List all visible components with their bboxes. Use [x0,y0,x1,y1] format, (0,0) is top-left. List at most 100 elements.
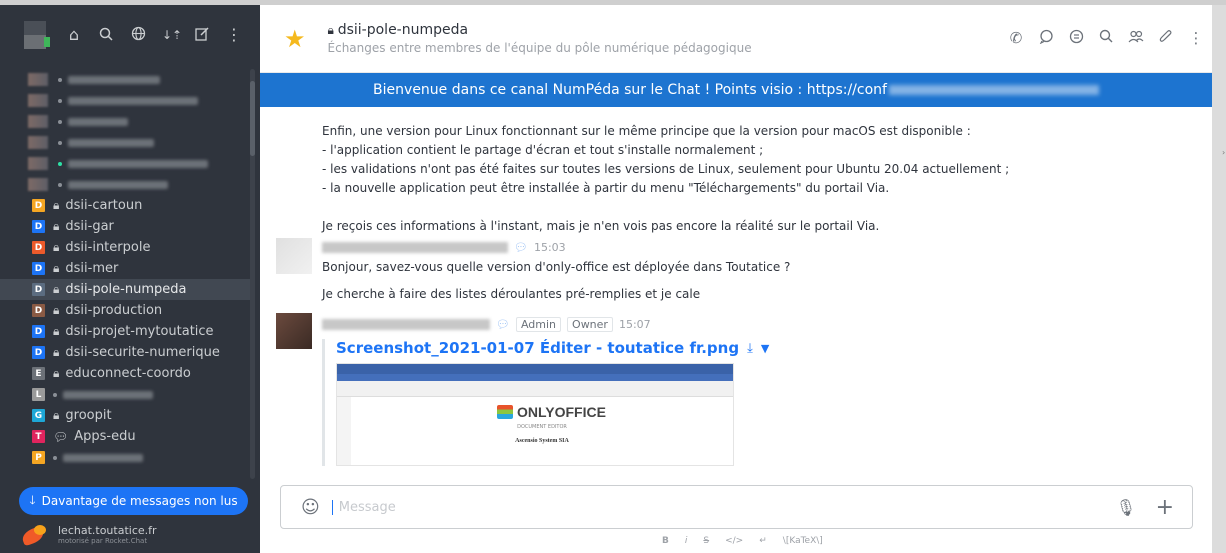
role-badge-owner: Owner [567,317,613,332]
directory-icon[interactable] [130,26,146,44]
chevron-right-icon[interactable]: › [1222,148,1225,157]
call-icon[interactable]: ✆ [1008,29,1024,48]
attachment-image-preview[interactable]: ONLYOFFICE DOCUMENT EDITOR Ascensio Syst… [336,363,734,466]
sidebar-item-dsii-pole-numpeda[interactable]: D 🔒︎ dsii-pole-numpeda [0,279,250,300]
message-input[interactable] [331,499,1092,515]
sidebar-item-apps-edu[interactable]: T 💬︎ Apps-edu [0,426,250,447]
avatar[interactable] [276,238,312,274]
kebab-menu-icon[interactable]: ⋮ [226,27,242,43]
multiline-button[interactable]: ↵ [759,536,767,546]
lock-icon: 🔒︎ [53,366,60,380]
chevron-down-icon[interactable]: ▼ [761,342,769,355]
sidebar-item-label: dsii-securite-numerique [65,345,220,360]
lock-icon: 🔒︎ [53,345,60,359]
message-time: 15:07 [618,318,651,331]
discussion-icon[interactable] [1038,29,1054,48]
sidebar-scrollbar[interactable] [250,69,255,479]
attachment-link[interactable]: Screenshot_2021-01-07 Éditer - toutatice… [336,339,739,357]
list-item[interactable] [0,69,250,90]
username[interactable] [322,319,490,330]
emoji-icon[interactable]: ☺ [301,497,320,518]
attachment-border [322,339,325,466]
sidebar-item-hidden-p[interactable]: P [0,447,250,468]
message-line: - l'application contient le partage d'éc… [322,143,764,157]
more-unread-button[interactable]: 🡓 Davantage de messages non lus [19,487,248,515]
favorite-star-icon[interactable]: ★ [284,25,306,53]
message-line [322,198,1009,217]
toutatice-logo [20,523,56,547]
sidebar-item-dsii-interpole[interactable]: D 🔒︎ dsii-interpole [0,237,250,258]
sidebar-item-label: dsii-production [65,303,163,318]
sidebar-item-dsii-cartoun[interactable]: D 🔒︎ dsii-cartoun [0,195,250,216]
preview-company: Ascensio System SIA [515,438,569,444]
sidebar-item-dsii-securite-numerique[interactable]: D 🔒︎ dsii-securite-numerique [0,342,250,363]
user-avatar[interactable] [24,21,50,49]
room-list: D 🔒︎ dsii-cartoun D 🔒︎ dsii-gar D 🔒︎ dsii-inte… [0,69,250,489]
strike-button[interactable]: S [703,536,709,546]
message-header: 💬︎ 15:03 [322,241,566,254]
italic-button[interactable]: i [685,536,688,546]
code-button[interactable]: </> [725,536,743,546]
room-toolbar: ✆ ⋮ [1008,29,1204,48]
home-icon[interactable]: ⌂ [66,27,82,43]
sidebar-item-label: Apps-edu [74,429,136,444]
sidebar-item-dsii-gar[interactable]: D 🔒︎ dsii-gar [0,216,250,237]
lock-icon: 🔒︎ [53,240,60,254]
list-item[interactable] [0,153,250,174]
sidebar-header: ⌂ ↓⇡ ⋮ [0,5,260,65]
message-body: Bonjour, savez-vous quelle version d'onl… [322,258,790,304]
attachment-icon[interactable] [1158,29,1174,48]
discussion-icon: 💬︎ [53,429,69,444]
message-composer: ☺ 🎙︎ + [280,485,1193,529]
download-icon[interactable]: ⤓ [747,341,753,356]
sort-icon[interactable]: ↓⇡ [162,27,182,43]
members-icon[interactable] [1128,29,1144,48]
sidebar-footer: lechat.toutatice.fr motorisé par Rocket.… [20,523,157,547]
sidebar-item-label: groopit [65,408,112,423]
message-line: Bonjour, savez-vous quelle version d'onl… [322,260,791,274]
list-item[interactable] [0,111,250,132]
list-item[interactable] [0,174,250,195]
create-new-icon[interactable] [194,26,210,44]
sidebar-item-educonnect-coordo[interactable]: E 🔒︎ educonnect-coordo [0,363,250,384]
room-badge: D [32,199,45,212]
plus-icon[interactable]: + [1156,495,1174,520]
username[interactable] [322,242,508,253]
more-unread-label: Davantage de messages non lus [41,494,238,508]
room-badge: T [32,430,45,443]
attachment-title[interactable]: Screenshot_2021-01-07 Éditer - toutatice… [336,339,769,357]
sidebar-item-groopit[interactable]: G 🔒︎ groopit [0,405,250,426]
room-badge: D [32,241,45,254]
room-badge: L [32,388,45,401]
search-icon[interactable] [1098,29,1114,48]
message-body: Enfin, une version pour Linux fonctionna… [322,122,1009,236]
formatting-toolbar: B i S </> ↵ \[KaTeX\] [662,536,823,546]
scrollbar-thumb[interactable] [250,81,255,156]
list-item[interactable] [0,90,250,111]
search-icon[interactable] [98,27,114,44]
kebab-menu-icon[interactable]: ⋮ [1188,29,1204,48]
room-badge: D [32,346,45,359]
sidebar-item-dsii-production[interactable]: D 🔒︎ dsii-production [0,300,250,321]
sidebar-item-dsii-mer[interactable]: D 🔒︎ dsii-mer [0,258,250,279]
message-line: Je reçois ces informations à l'instant, … [322,219,880,233]
room-description: Échanges entre membres de l'équipe du pô… [327,41,752,55]
sidebar-item-label: dsii-cartoun [65,198,143,213]
message-time: 15:03 [533,241,566,254]
discussion-icon: 💬︎ [496,318,510,331]
window-edge [1212,5,1226,553]
katex-button[interactable]: \[KaTeX\] [783,536,823,546]
microphone-icon[interactable]: 🎙︎ [1116,498,1136,517]
message-line: - la nouvelle application peut être inst… [322,181,890,195]
message-line: Enfin, une version pour Linux fonctionna… [322,124,971,138]
bold-button[interactable]: B [662,536,669,546]
announcement-bar[interactable]: Bienvenue dans ce canal NumPéda sur le C… [260,73,1212,107]
room-badge: D [32,325,45,338]
sidebar-item-dsii-projet-mytoutatice[interactable]: D 🔒︎ dsii-projet-mytoutatice [0,321,250,342]
sidebar-item-hidden-l[interactable]: L [0,384,250,405]
avatar[interactable] [276,313,312,349]
sidebar-item-label: dsii-gar [65,219,114,234]
threads-icon[interactable] [1068,29,1084,48]
list-item[interactable] [0,132,250,153]
footer-subtitle: motorisé par Rocket.Chat [58,536,148,545]
